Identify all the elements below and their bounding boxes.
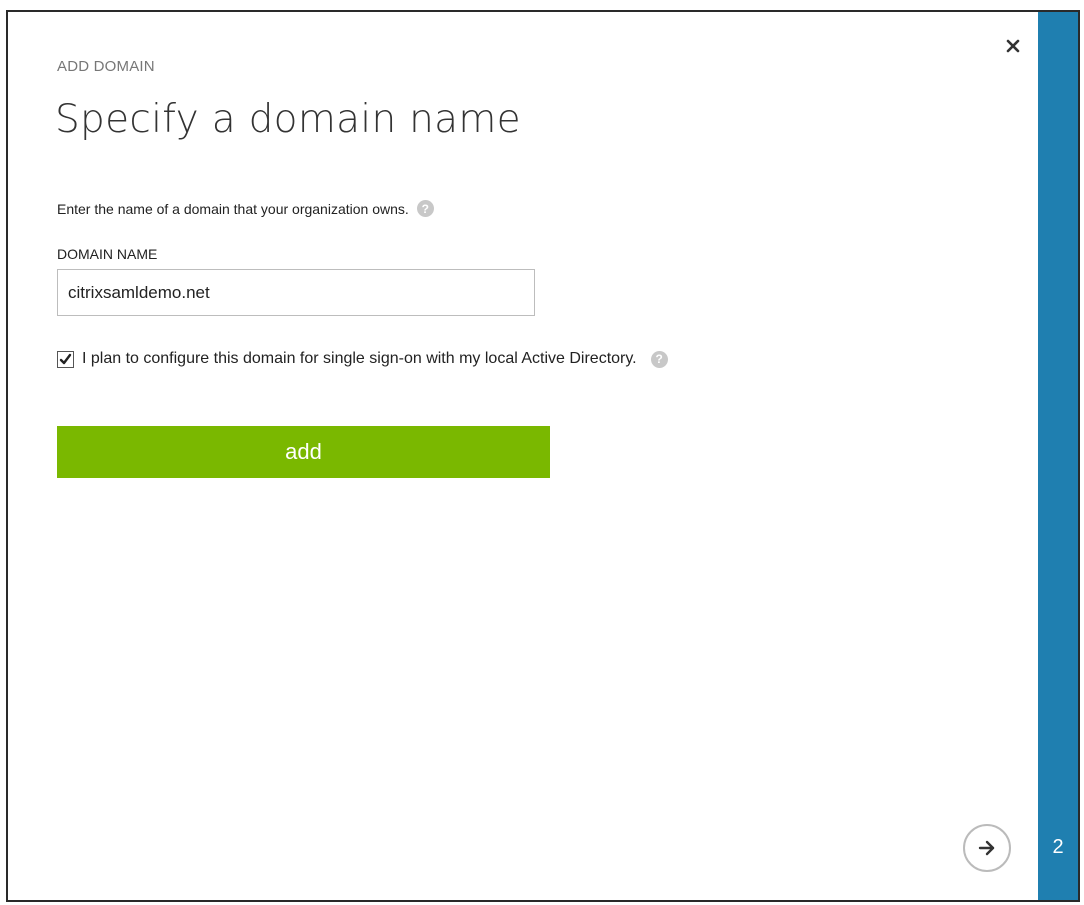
sso-checkbox-row: I plan to configure this domain for sing… (57, 350, 668, 368)
domain-name-input[interactable] (57, 269, 535, 316)
arrow-right-icon (978, 840, 995, 856)
sso-help-icon[interactable]: ? (650, 350, 668, 368)
domain-name-label: DOMAIN NAME (57, 246, 158, 262)
sso-checkbox-label: I plan to configure this domain for sing… (82, 350, 637, 367)
instruction-text: Enter the name of a domain that your org… (57, 200, 409, 217)
close-button[interactable] (1001, 34, 1025, 58)
wizard-step-number: 2 (1052, 836, 1064, 858)
wizard-step-rail: 2 (1038, 12, 1078, 900)
page-title: Specify a domain name (55, 97, 521, 142)
checkmark-icon (59, 353, 72, 364)
next-button[interactable] (963, 824, 1011, 872)
instruction-row: Enter the name of a domain that your org… (57, 200, 434, 217)
dialog-kicker: ADD DOMAIN (57, 58, 155, 75)
close-icon (1006, 39, 1020, 53)
add-button[interactable]: add (57, 426, 550, 478)
add-domain-dialog: 2 ADD DOMAIN Specify a domain name Enter… (6, 10, 1080, 902)
help-icon[interactable]: ? (416, 200, 434, 217)
sso-checkbox[interactable] (57, 350, 74, 368)
